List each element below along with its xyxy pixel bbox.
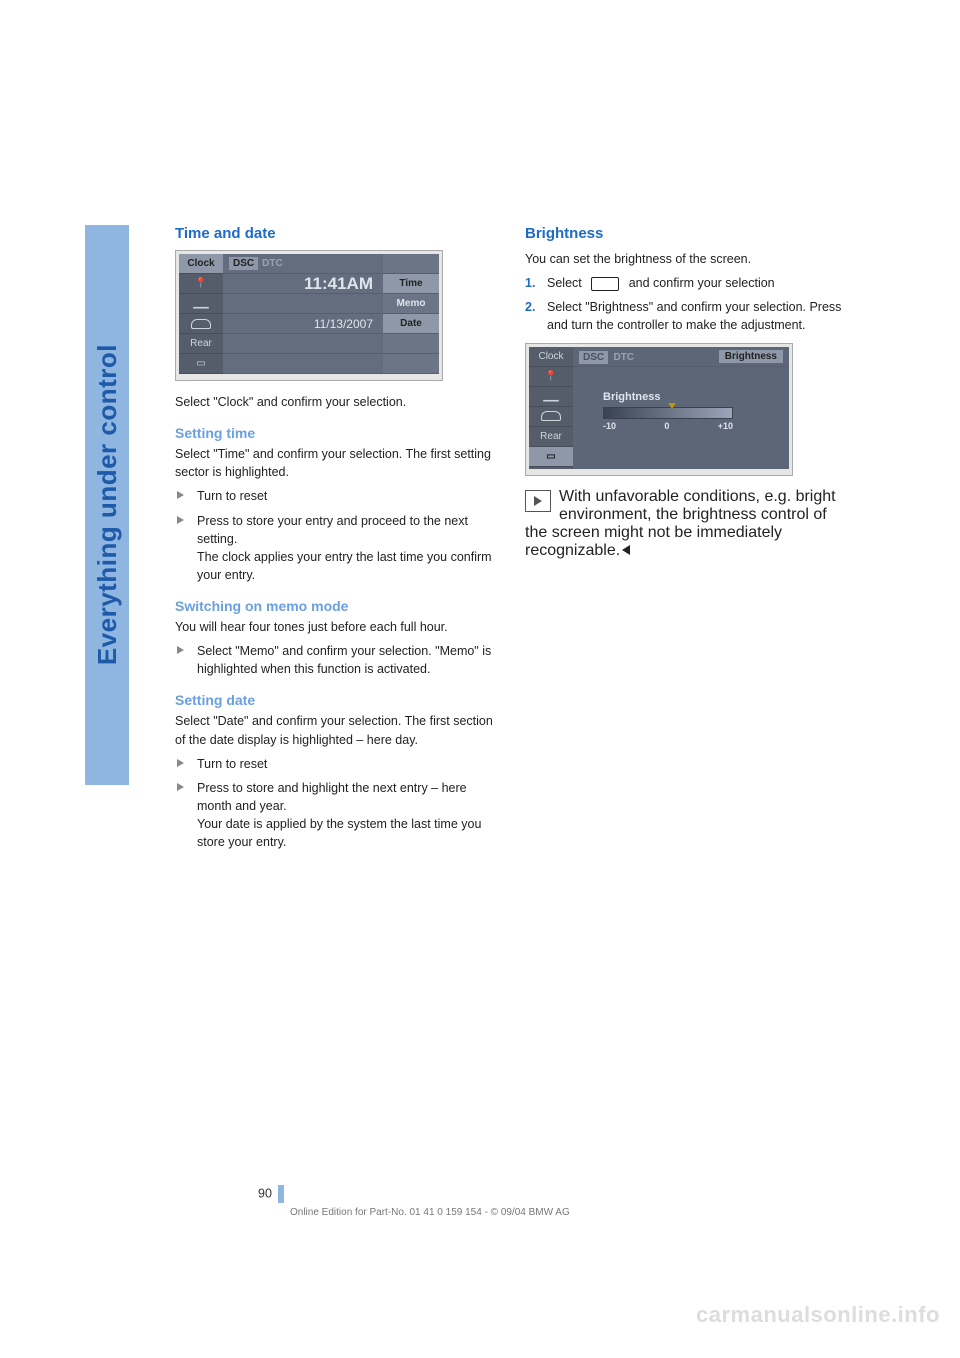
idrive-top-tab-dsc: DSC	[579, 351, 608, 364]
p-memo: You will hear four tones just before eac…	[175, 618, 495, 636]
idrive-tab-clock: Clock	[529, 347, 573, 367]
note-block: With unfavorable conditions, e.g. bright…	[525, 488, 845, 560]
heading-time-and-date: Time and date	[175, 225, 495, 242]
watermark: carmanualsonline.info	[696, 1302, 940, 1328]
heading-setting-time: Setting time	[175, 425, 495, 441]
idrive-right-tab-date: Date	[383, 314, 439, 334]
heading-setting-date: Setting date	[175, 692, 495, 708]
brightness-scale-mid: 0	[664, 421, 669, 431]
li-text: Select "Brightness" and confirm your sel…	[547, 300, 841, 332]
brightness-scale	[603, 407, 733, 419]
li-text: Select "Memo" and confirm your selection…	[197, 644, 491, 676]
list-item: Press to store your entry and proceed to…	[175, 512, 495, 585]
p-setting-time: Select "Time" and confirm your selection…	[175, 445, 495, 481]
list-item: Select "Memo" and confirm your selection…	[175, 642, 495, 678]
idrive-tab-icon: 📍	[179, 274, 223, 294]
idrive-tab-icon: 📍	[529, 367, 573, 387]
idrive-tab-screen-icon: ▭	[179, 354, 223, 374]
content-area: Time and date Clock 📍 ▁▁ Rear ▭	[175, 225, 855, 857]
li-text-a: Select	[547, 276, 582, 290]
idrive-top-tab-dsc: DSC	[229, 257, 258, 270]
section-tab: Everything under control	[85, 225, 129, 785]
idrive-top-tab-dtc: DTC	[613, 352, 634, 363]
idrive-tab-icon: ▁▁	[179, 294, 223, 314]
brightness-scale-max: +10	[718, 421, 733, 431]
screen-icon	[591, 277, 619, 291]
footer-text: Online Edition for Part-No. 01 41 0 159 …	[290, 1207, 570, 1218]
list-item: Turn to reset	[175, 487, 495, 505]
note-text: With unfavorable conditions, e.g. bright…	[525, 488, 836, 559]
li-text-b: and confirm your selection	[629, 276, 775, 290]
list-item: 1. Select and confirm your selection	[525, 274, 845, 292]
idrive-tab-screen-icon: ▭	[529, 447, 573, 467]
end-of-note-icon	[622, 545, 630, 555]
brightness-panel-title: Brightness	[603, 391, 733, 403]
idrive-empty-row	[223, 294, 383, 314]
note-icon	[525, 490, 551, 512]
section-tab-label: Everything under control	[92, 344, 123, 665]
li-text: Turn to reset	[197, 757, 267, 771]
idrive-tab-rear: Rear	[529, 427, 573, 447]
step-number: 2.	[525, 298, 535, 316]
idrive-main-panel: DSC DTC 11:41AM 11/13/2007	[223, 254, 383, 374]
idrive-empty-row	[223, 334, 383, 354]
idrive-empty-row	[223, 354, 383, 374]
idrive-top-tab-dtc: DTC	[262, 258, 283, 269]
idrive-empty-row	[383, 354, 439, 374]
idrive-tab-icon: ▁▁	[529, 387, 573, 407]
list-item: 2. Select "Brightness" and confirm your …	[525, 298, 845, 334]
idrive-right-tab-time: Time	[383, 274, 439, 294]
idrive-tab-car-icon	[529, 407, 573, 427]
brightness-marker	[668, 403, 676, 409]
heading-brightness: Brightness	[525, 225, 845, 242]
left-column: Time and date Clock 📍 ▁▁ Rear ▭	[175, 225, 495, 857]
idrive-empty-row	[383, 334, 439, 354]
idrive-right-tabs: Time Memo Date	[383, 254, 439, 374]
p-setting-date: Select "Date" and confirm your selection…	[175, 712, 495, 748]
idrive-tab-clock: Clock	[179, 254, 223, 274]
idrive-tab-rear: Rear	[179, 334, 223, 354]
p-brightness-intro: You can set the brightness of the screen…	[525, 250, 845, 268]
idrive-empty-row	[383, 254, 439, 274]
page-number: 90	[258, 1185, 284, 1203]
li-text: Press to store your entry and proceed to…	[197, 514, 492, 582]
idrive-screenshot-clock: Clock 📍 ▁▁ Rear ▭ DSC DTC	[175, 250, 495, 381]
list-item: Press to store and highlight the next en…	[175, 779, 495, 852]
brightness-scale-min: -10	[603, 421, 616, 431]
idrive-tab-car-icon	[179, 314, 223, 334]
idrive-screenshot-brightness: Clock 📍 ▁▁ Rear ▭ DSC DTC	[525, 343, 845, 476]
step-number: 1.	[525, 274, 535, 292]
idrive-left-tabs: Clock 📍 ▁▁ Rear ▭	[179, 254, 223, 374]
list-item: Turn to reset	[175, 755, 495, 773]
li-text: Press to store and highlight the next en…	[197, 781, 481, 849]
idrive-time-value: 11:41AM	[223, 274, 383, 294]
idrive-right-tab-memo: Memo	[383, 294, 439, 314]
idrive-brightness-panel: DSC DTC Brightness Brightness -10	[573, 347, 789, 469]
p-select-clock: Select "Clock" and confirm your selectio…	[175, 393, 495, 411]
idrive-right-tab-brightness: Brightness	[719, 350, 783, 363]
idrive-left-tabs: Clock 📍 ▁▁ Rear ▭	[529, 347, 573, 469]
right-column: Brightness You can set the brightness of…	[525, 225, 845, 857]
li-text: Turn to reset	[197, 489, 267, 503]
heading-memo-mode: Switching on memo mode	[175, 598, 495, 614]
idrive-date-value: 11/13/2007	[223, 314, 383, 334]
